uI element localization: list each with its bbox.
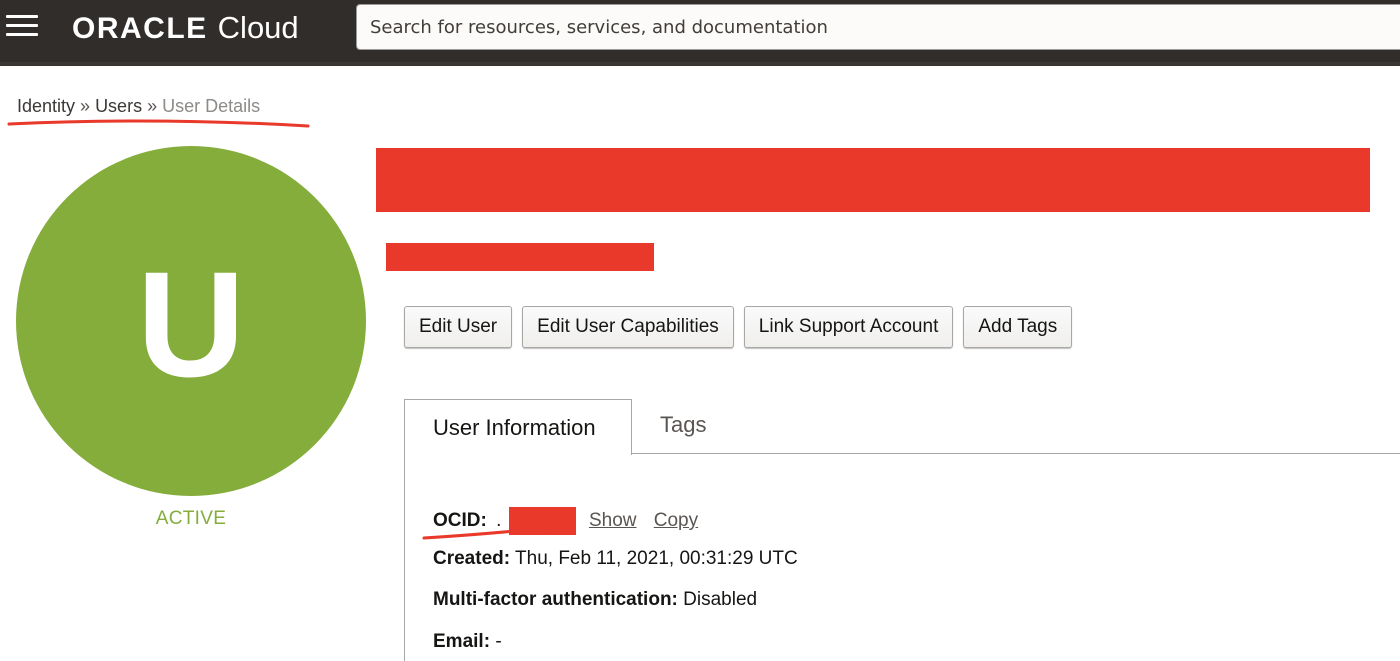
breadcrumb-users[interactable]: Users <box>95 96 142 116</box>
breadcrumb-underline-annotation <box>7 119 310 128</box>
link-support-account-button[interactable]: Link Support Account <box>743 306 954 348</box>
logo-brand: ORACLE <box>72 12 208 45</box>
breadcrumb-separator: » <box>80 96 91 116</box>
mfa-label: Multi-factor authentication: <box>433 589 678 610</box>
add-tags-button[interactable]: Add Tags <box>963 306 1073 348</box>
panel-border <box>404 454 405 661</box>
breadcrumb-user-details: User Details <box>162 96 261 116</box>
search-input[interactable]: Search for resources, services, and docu… <box>356 4 1400 50</box>
redacted-user-name <box>376 148 1370 212</box>
breadcrumb-identity[interactable]: Identity <box>17 96 75 116</box>
created-value: Thu, Feb 11, 2021, 00:31:29 UTC <box>515 548 798 569</box>
breadcrumb-separator: » <box>147 96 158 116</box>
hamburger-icon[interactable] <box>6 14 38 38</box>
copy-ocid-link[interactable]: Copy <box>654 510 698 531</box>
avatar-letter: U <box>136 240 246 408</box>
tabs-divider <box>631 453 1400 454</box>
created-row: Created: Thu, Feb 11, 2021, 00:31:29 UTC <box>433 548 798 570</box>
tab-user-information[interactable]: User Information <box>404 399 632 455</box>
action-toolbar: Edit User Edit User Capabilities Link Su… <box>404 306 1073 348</box>
email-value: - <box>495 631 502 652</box>
avatar: U <box>16 146 366 496</box>
show-ocid-link[interactable]: Show <box>589 510 637 531</box>
edit-user-button[interactable]: Edit User <box>404 306 513 348</box>
status-badge: ACTIVE <box>155 508 227 529</box>
top-header: ORACLE Cloud Search for resources, servi… <box>0 0 1400 62</box>
header-divider <box>0 62 1400 66</box>
created-label: Created: <box>433 548 511 569</box>
email-label: Email: <box>433 631 491 652</box>
logo-product: Cloud <box>217 10 299 45</box>
oracle-cloud-logo[interactable]: ORACLE Cloud <box>72 10 299 50</box>
tab-tags[interactable]: Tags <box>660 412 706 438</box>
search-placeholder: Search for resources, services, and docu… <box>370 16 828 38</box>
edit-user-capabilities-button[interactable]: Edit User Capabilities <box>522 306 734 348</box>
email-row: Email: - <box>433 631 502 653</box>
redacted-user-subtitle <box>386 243 654 271</box>
mfa-row: Multi-factor authentication: Disabled <box>433 589 757 611</box>
ocid-underline-annotation <box>422 524 568 540</box>
mfa-value: Disabled <box>683 589 758 610</box>
